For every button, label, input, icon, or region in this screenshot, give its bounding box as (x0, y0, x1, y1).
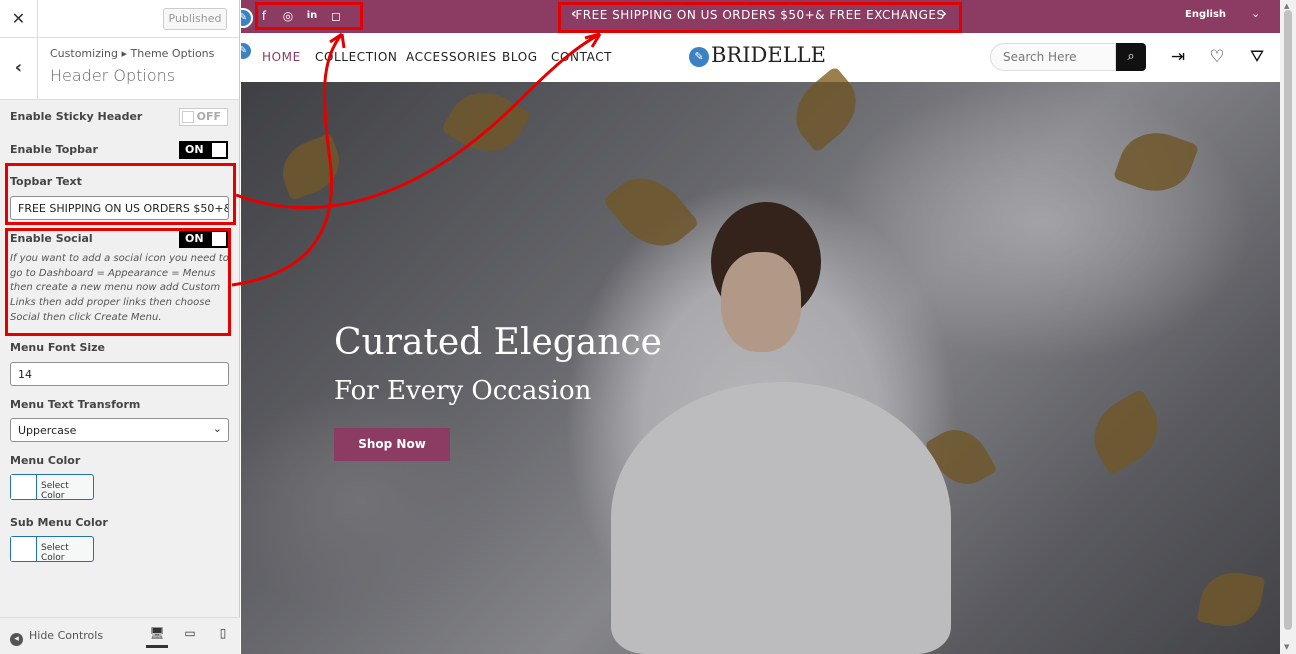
search-input[interactable]: Search Here (990, 43, 1116, 71)
scroll-thumb[interactable] (1284, 10, 1292, 630)
toggle-state: ON (185, 232, 204, 245)
whatsapp-icon[interactable]: ◎ (280, 8, 296, 24)
color-swatch (11, 475, 37, 499)
sticky-header-label: Enable Sticky Header (10, 110, 143, 123)
menu-text-transform-label: Menu Text Transform (10, 398, 141, 411)
chevron-right-icon[interactable]: › (941, 6, 947, 22)
preview-scrollbar[interactable]: ▲ ▼ (1280, 0, 1296, 654)
section-title: Header Options (50, 66, 176, 85)
nav-item-home[interactable]: HOME (262, 50, 301, 64)
hide-controls-label: Hide Controls (29, 629, 104, 642)
social-help-text: If you want to add a social icon you nee… (10, 253, 229, 323)
nav-item-blog[interactable]: BLOG (502, 50, 538, 64)
site-navbar: HOME COLLECTION ACCESSORIES BLOG CONTACT… (241, 33, 1280, 82)
logout-icon[interactable]: ⇥ (1167, 46, 1189, 68)
toggle-knob (212, 232, 226, 246)
language-selector[interactable]: English (1185, 9, 1226, 20)
sticky-header-toggle[interactable]: OFF (179, 108, 228, 126)
topbar-text-input[interactable]: FREE SHIPPING ON US ORDERS $50+& FREE EX… (10, 196, 229, 220)
facebook-icon[interactable]: f (256, 8, 272, 24)
menu-color-label: Menu Color (10, 454, 81, 467)
sub-menu-color-button[interactable]: Select Color (10, 536, 94, 563)
scroll-down-icon[interactable]: ▼ (1284, 643, 1289, 651)
menu-text-transform-select[interactable]: Uppercase ⌄ (10, 418, 229, 442)
toggle-knob (182, 111, 194, 123)
tablet-preview-icon[interactable]: ▭ (179, 626, 201, 648)
customizer-footer: ◂ Hide Controls 🖥 ▭ ▯ (0, 617, 240, 654)
shop-now-button[interactable]: Shop Now (334, 428, 450, 461)
desktop-preview-icon[interactable]: 🖥 (146, 626, 168, 648)
hide-controls-button[interactable]: ◂ Hide Controls (10, 629, 103, 646)
select-color-label: Select Color (41, 543, 69, 563)
topbar-text-label: Topbar Text (10, 175, 82, 188)
breadcrumb: Customizing ▸ Theme Options (50, 47, 215, 60)
toggle-knob (212, 143, 226, 157)
chevron-down-icon[interactable]: ⌄ (1251, 7, 1260, 20)
hero-overlay (241, 82, 1280, 654)
heart-icon[interactable]: ♡ (1206, 46, 1228, 68)
hero-title: Curated Elegance (334, 322, 662, 363)
hero-subtitle: For Every Occasion (334, 376, 592, 406)
linkedin-icon[interactable]: in (304, 8, 320, 24)
close-icon[interactable]: ✕ (0, 0, 38, 38)
menu-color-button[interactable]: Select Color (10, 474, 94, 501)
color-swatch (11, 537, 37, 561)
topbar-label: Enable Topbar (10, 143, 98, 156)
menu-font-size-input[interactable]: 14 (10, 362, 229, 386)
toggle-state: OFF (196, 110, 221, 123)
select-color-label: Select Color (41, 481, 69, 501)
mobile-preview-icon[interactable]: ▯ (212, 626, 234, 648)
sub-menu-color-label: Sub Menu Color (10, 516, 108, 529)
site-topbar: f ◎ in ◻ ‹ FREE SHIPPING ON US ORDERS $5… (241, 0, 1280, 33)
scroll-up-icon[interactable]: ▲ (1284, 2, 1289, 10)
toggle-state: ON (185, 143, 204, 156)
logo-text: BRIDELLE (711, 43, 826, 67)
topbar-promo-text: FREE SHIPPING ON US ORDERS $50+& FREE EX… (575, 8, 945, 22)
customizer-sidebar: ✕ Published ‹ Customizing ▸ Theme Option… (0, 0, 240, 654)
customizer-top-bar: ✕ Published (0, 0, 239, 38)
nav-item-accessories[interactable]: ACCESSORIES (406, 50, 497, 64)
edit-pencil-icon[interactable]: ✎ (689, 47, 709, 67)
site-preview: f ◎ in ◻ ‹ FREE SHIPPING ON US ORDERS $5… (241, 0, 1280, 654)
topbar-toggle[interactable]: ON (179, 141, 228, 159)
menu-font-size-label: Menu Font Size (10, 341, 105, 354)
collapse-icon: ◂ (10, 633, 23, 646)
chevron-down-icon: ⌄ (212, 422, 222, 435)
search-icon[interactable]: ⌕ (1116, 43, 1146, 71)
nav-item-collection[interactable]: COLLECTION (315, 50, 397, 64)
social-toggle[interactable]: ON (179, 230, 228, 248)
social-label: Enable Social (10, 232, 93, 245)
hero-banner: Curated Elegance For Every Occasion Shop… (241, 65, 1280, 654)
select-value: Uppercase (18, 424, 77, 437)
basket-icon[interactable]: ⛛ (1246, 46, 1268, 68)
instagram-icon[interactable]: ◻ (328, 8, 344, 24)
back-icon[interactable]: ‹ (0, 38, 38, 100)
site-logo[interactable]: ✎ BRIDELLE (689, 43, 826, 67)
nav-item-contact[interactable]: CONTACT (551, 50, 612, 64)
published-button[interactable]: Published (163, 8, 227, 30)
